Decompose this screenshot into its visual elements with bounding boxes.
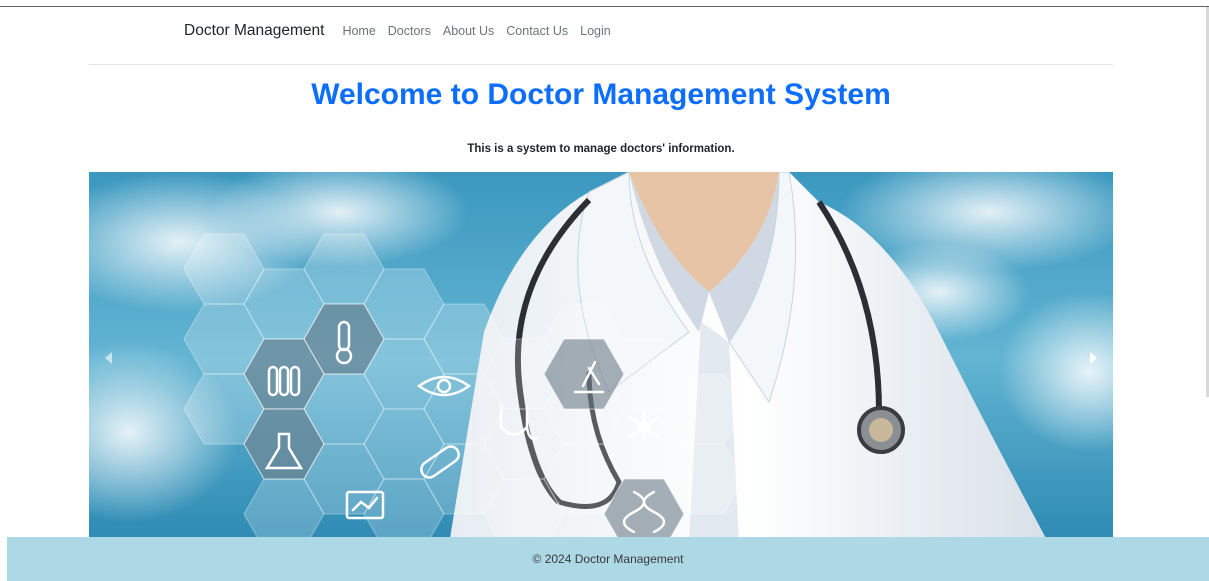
nav-link-login[interactable]: Login [580,24,611,38]
page-subtitle: This is a system to manage doctors' info… [467,143,735,155]
nav-link-doctors[interactable]: Doctors [388,24,431,38]
hero-carousel [89,172,1113,544]
navbar-brand[interactable]: Doctor Management [184,22,324,40]
chevron-left-icon [105,352,112,364]
carousel-slide-image [89,172,1113,544]
footer-copyright: © 2024 Doctor Management [532,552,684,566]
carousel-next-button[interactable] [1073,172,1113,544]
page-footer: © 2024 Doctor Management [7,537,1209,581]
nav-link-contact-us[interactable]: Contact Us [506,24,568,38]
navbar-divider [89,64,1113,65]
navbar: Doctor Management Home Doctors About Us … [184,20,623,42]
carousel-prev-button[interactable] [89,172,129,544]
page-title: Welcome to Doctor Management System [311,78,891,111]
window-top-border [0,6,1209,7]
nav-link-about-us[interactable]: About Us [443,24,494,38]
nav-link-home[interactable]: Home [342,24,375,38]
chevron-right-icon [1090,352,1097,364]
